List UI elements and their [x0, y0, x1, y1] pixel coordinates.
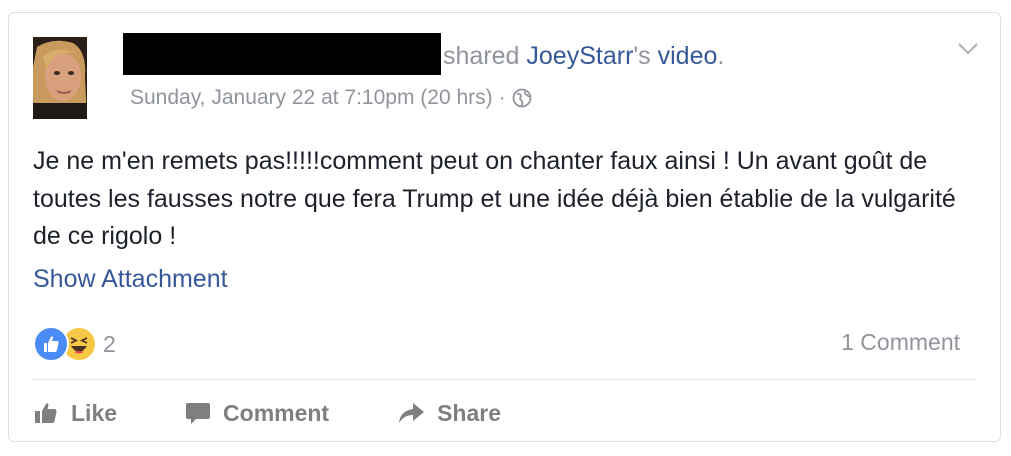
speech-bubble-icon [186, 403, 211, 424]
timestamp-link[interactable]: Sunday, January 22 at 7:10pm (20 hrs) [130, 85, 493, 111]
comment-label: Comment [223, 399, 330, 426]
redacted-author-name [123, 33, 441, 75]
actions-divider [33, 379, 977, 380]
post-headline: shared JoeyStarr's video. [443, 41, 724, 71]
share-button[interactable]: Share [397, 400, 501, 427]
share-arrow-icon [399, 403, 425, 423]
possessive-text: 's [633, 42, 651, 70]
chevron-down-icon[interactable] [957, 41, 979, 57]
headline-period: . [717, 42, 725, 70]
show-attachment-link[interactable]: Show Attachment [33, 263, 228, 295]
author-avatar[interactable] [33, 37, 87, 119]
meta-separator: · [498, 86, 506, 109]
action-bar: Like Comment Share [33, 393, 569, 433]
share-label: Share [437, 399, 502, 426]
reactions-summary[interactable]: 2 [33, 326, 116, 362]
shared-word: shared [443, 42, 520, 70]
page-name-link[interactable]: JoeyStarr [526, 42, 633, 70]
comment-button[interactable]: Comment [185, 400, 329, 427]
post-body-text: Je ne m'en remets pas!!!!!comment peut o… [33, 147, 956, 250]
comment-count-link[interactable]: 1 Comment [841, 329, 960, 356]
post-card: shared JoeyStarr's video. Sunday, Januar… [8, 12, 1001, 442]
globe-icon[interactable] [512, 88, 532, 108]
video-link[interactable]: video [658, 42, 718, 70]
thumbs-up-icon [35, 403, 57, 423]
like-label: Like [71, 399, 118, 426]
like-button[interactable]: Like [33, 400, 117, 427]
like-icon [33, 326, 69, 362]
reaction-count: 2 [103, 330, 116, 357]
post-meta: Sunday, January 22 at 7:10pm (20 hrs) · [130, 85, 532, 111]
